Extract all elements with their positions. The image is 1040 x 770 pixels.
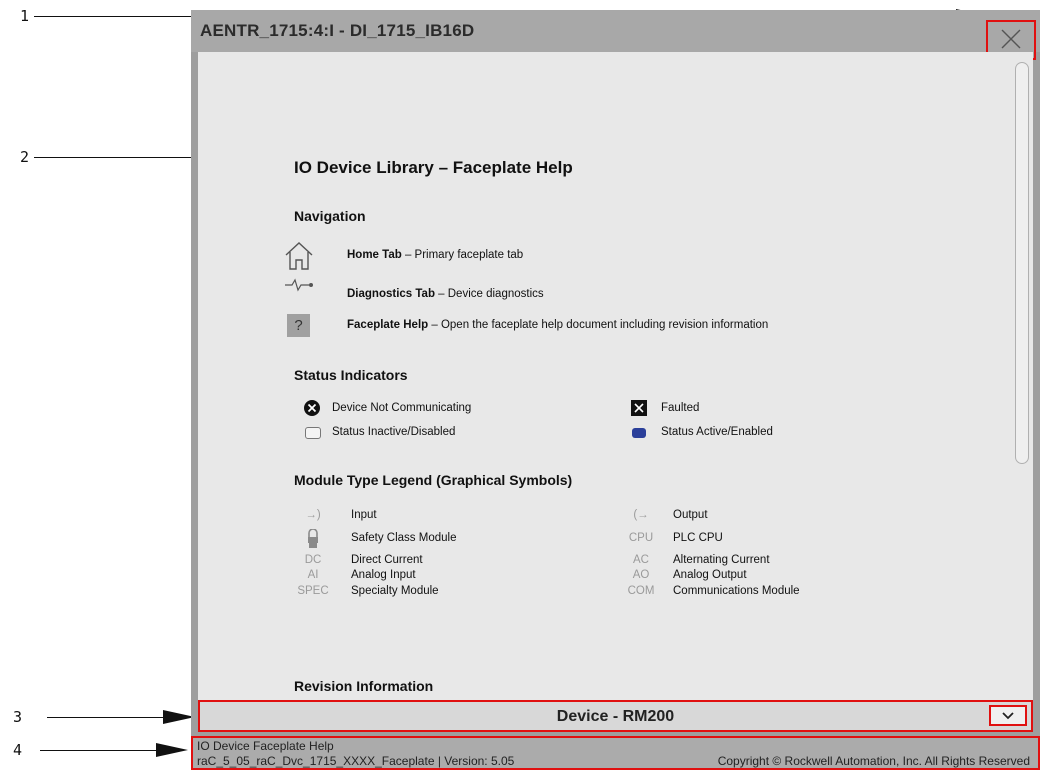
scrollbar[interactable]	[1015, 62, 1029, 464]
safety-icon	[308, 529, 318, 548]
help-title: IO Device Library – Faceplate Help	[294, 158, 573, 177]
legend-label-cpu: PLC CPU	[673, 532, 723, 544]
legend-label-ai: Analog Input	[351, 569, 416, 581]
callout-number-2: 2	[20, 148, 30, 166]
legend-label-input: Input	[351, 509, 377, 521]
legend-label-ac: Alternating Current	[673, 554, 770, 566]
faulted-icon	[631, 400, 647, 416]
nav-item-home: Home Tab – Primary faceplate tab	[347, 249, 523, 261]
navigation-heading: Navigation	[294, 208, 366, 224]
device-dropdown-button[interactable]	[989, 705, 1027, 726]
device-select[interactable]: Device - RM200	[198, 700, 1033, 732]
output-icon: (→	[633, 509, 649, 521]
device-select-label: Device - RM200	[556, 708, 675, 725]
legend-symbol-ac: AC	[633, 554, 649, 566]
nav-item-name: Diagnostics Tab	[347, 288, 435, 300]
nav-item-diagnostics: Diagnostics Tab – Device diagnostics	[347, 288, 544, 300]
footer-title: IO Device Faceplate Help	[197, 739, 334, 753]
nav-item-desc: – Device diagnostics	[434, 288, 544, 300]
status-not-communicating-label: Device Not Communicating	[332, 402, 472, 414]
not-communicating-icon	[304, 400, 320, 416]
callout-arrow-4	[156, 743, 188, 757]
callout-number-3: 3	[13, 708, 23, 726]
callout-number-1: 1	[20, 7, 30, 25]
status-faulted-label: Faulted	[661, 402, 700, 414]
footer-version: raC_5_05_raC_Dvc_1715_XXXX_Faceplate | V…	[197, 754, 515, 768]
footer: IO Device Faceplate Help raC_5_05_raC_Dv…	[191, 736, 1040, 770]
callout-line-3	[47, 717, 167, 718]
callout-number-4: 4	[13, 741, 23, 759]
status-heading: Status Indicators	[294, 367, 408, 383]
legend-heading: Module Type Legend (Graphical Symbols)	[294, 472, 573, 488]
nav-item-name: Faceplate Help	[347, 319, 429, 331]
legend-symbol-ao: AO	[632, 569, 650, 581]
window-title: AENTR_1715:4:I - DI_1715_IB16D	[200, 21, 475, 40]
status-active-icon	[632, 428, 646, 438]
status-inactive-label: Status Inactive/Disabled	[332, 426, 456, 438]
legend-symbol-com: COM	[627, 585, 655, 597]
legend-symbol-cpu: CPU	[628, 532, 654, 544]
revision-heading: Revision Information	[294, 678, 434, 694]
nav-item-faceplate-help: Faceplate Help – Open the faceplate help…	[347, 319, 768, 331]
chevron-down-icon	[1002, 712, 1014, 720]
legend-label-dc: Direct Current	[351, 554, 423, 566]
title-bar: AENTR_1715:4:I - DI_1715_IB16D	[191, 10, 1040, 52]
legend-symbol-spec: SPEC	[297, 585, 329, 597]
legend-label-com: Communications Module	[673, 585, 800, 597]
close-icon	[1001, 29, 1021, 49]
legend-label-ao: Analog Output	[673, 569, 747, 581]
status-inactive-icon	[305, 427, 321, 439]
callout-line-4	[40, 750, 160, 751]
nav-item-desc: – Open the faceplate help document inclu…	[428, 319, 769, 331]
nav-item-name: Home Tab	[347, 249, 402, 261]
faceplate-help-window: AENTR_1715:4:I - DI_1715_IB16D IO Device…	[191, 10, 1040, 770]
input-icon: →)	[305, 509, 321, 521]
footer-copyright: Copyright © Rockwell Automation, Inc. Al…	[717, 754, 1030, 768]
legend-symbol-ai: AI	[307, 569, 319, 581]
home-icon	[285, 242, 313, 270]
legend-label-safety: Safety Class Module	[351, 532, 457, 544]
nav-item-desc: – Primary faceplate tab	[401, 249, 524, 261]
legend-symbol-dc: DC	[304, 554, 322, 566]
diagnostics-icon	[285, 278, 313, 292]
status-active-label: Status Active/Enabled	[661, 426, 773, 438]
legend-label-output: Output	[673, 509, 708, 521]
legend-label-spec: Specialty Module	[351, 585, 439, 597]
help-content: IO Device Library – Faceplate Help Navig…	[198, 52, 1033, 700]
help-icon: ?	[287, 314, 310, 337]
